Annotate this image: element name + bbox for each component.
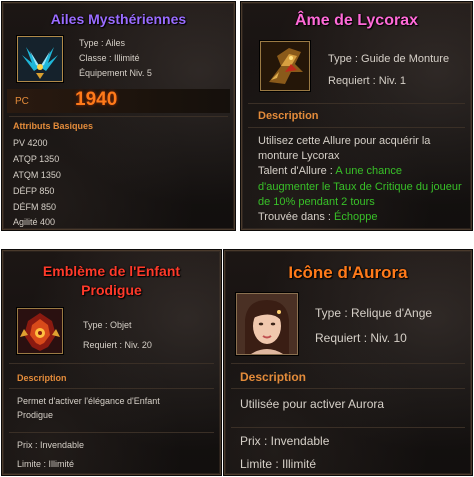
attr-defp: DÉFP 850	[13, 186, 55, 196]
lycorax-requiert: Requiert : Niv. 1	[328, 75, 407, 87]
aurora-type: Type : Relique d'Ange	[315, 306, 433, 320]
lycorax-talent-line1: A une chance	[335, 165, 402, 177]
mount-soul-icon	[260, 41, 310, 91]
emblem-description-title: Description	[17, 373, 67, 383]
lycorax-trouvee-value: Échoppe	[334, 211, 378, 223]
lycorax-description-line2: monture Lycorax	[258, 150, 340, 162]
aurora-limite: Limite : Illimité	[240, 457, 317, 471]
pc-bar	[7, 89, 230, 113]
attr-agilite: Agilité 400	[13, 217, 56, 227]
attr-atqm: ATQM 1350	[13, 170, 61, 180]
lycorax-trouvee: Trouvée dans : Échoppe	[258, 211, 377, 223]
pc-label: PC	[15, 96, 29, 107]
emblem-title-line1: Emblème de l'Enfant	[42, 263, 181, 279]
emblem-description-line1: Permet d'activer l'élégance d'Enfant	[17, 396, 160, 406]
emblem-icon	[17, 308, 63, 354]
aurora-prix: Prix : Invendable	[240, 434, 330, 448]
emblem-prix: Prix : Invendable	[17, 440, 85, 450]
attr-defm: DÉFM 850	[13, 202, 57, 212]
wings-tooltip: Ailes Mysthériennes Type : Ailes Classe …	[2, 2, 235, 230]
aurora-requiert: Requiert : Niv. 10	[315, 331, 407, 345]
lycorax-tooltip: Âme de Lycorax Type : Guide de Monture R…	[241, 2, 472, 230]
wings-icon	[17, 36, 63, 82]
aurora-tooltip: Icône d'Aurora Type : Relique d'Ange Req…	[224, 250, 472, 475]
lycorax-talent-label: Talent d'Allure :	[258, 165, 336, 177]
emblem-type: Type : Objet	[83, 320, 132, 330]
attributes-title: Attributs Basiques	[13, 121, 94, 131]
lycorax-type: Type : Guide de Monture	[328, 53, 450, 65]
lycorax-title: Âme de Lycorax	[294, 12, 418, 29]
wings-type: Type : Ailes	[79, 38, 126, 48]
pc-value: 1940	[75, 89, 118, 110]
emblem-description-line2: Prodigue	[17, 410, 54, 420]
attr-atqp: ATQP 1350	[13, 154, 60, 164]
wings-title: Ailes Mysthériennes	[50, 11, 187, 27]
lycorax-talent: Talent d'Allure : A une chance	[258, 165, 402, 177]
lycorax-description-line1: Utilisez cette Allure pour acquérir la	[258, 135, 431, 147]
lycorax-talent-line3: de 10% pendant 2 tours	[258, 196, 375, 208]
emblem-tooltip: Emblème de l'Enfant Prodigue Type : Obje…	[2, 250, 221, 475]
attr-pv: PV 4200	[13, 138, 48, 148]
emblem-title-line2: Prodigue	[81, 282, 142, 298]
emblem-limite: Limite : Illimité	[17, 459, 75, 469]
portrait-icon	[236, 293, 298, 355]
lycorax-talent-line2: d'augmenter le Taux de Critique du joueu…	[258, 181, 462, 193]
aurora-title: Icône d'Aurora	[288, 263, 408, 282]
emblem-requiert: Requiert : Niv. 20	[83, 340, 152, 350]
lycorax-trouvee-label: Trouvée dans :	[258, 211, 335, 223]
lycorax-description-title: Description	[258, 110, 319, 122]
aurora-description-title: Description	[240, 370, 307, 384]
aurora-description: Utilisée pour activer Aurora	[240, 397, 385, 411]
wings-equipement: Équipement Niv. 5	[79, 68, 152, 78]
wings-classe: Classe : Illimité	[79, 53, 140, 63]
